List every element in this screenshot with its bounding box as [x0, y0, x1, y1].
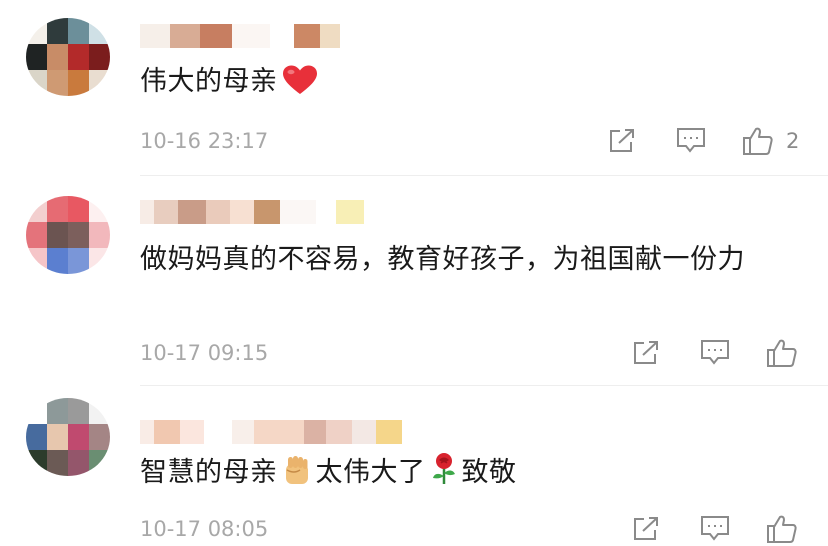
username-mosaic[interactable] [140, 200, 364, 224]
comment-time: 10-17 08:05 [140, 517, 269, 541]
thumbs-up-icon [767, 515, 797, 543]
raised-fist-emoji [282, 454, 312, 498]
comment-text-part: 太伟大了 [315, 457, 426, 488]
share-icon [634, 341, 658, 364]
comment-item: 做妈妈真的不容易，教育好孩子，为祖国献一份力 10-17 09:15 [0, 176, 828, 386]
comment-button[interactable] [700, 514, 730, 544]
red-heart-emoji [282, 65, 318, 107]
comment-text: 智慧的母亲 太伟大了 致敬 [140, 452, 792, 498]
comment-meta: 10-17 09:15 [140, 338, 828, 368]
share-icon [634, 517, 658, 540]
comment-text-part: 智慧的母亲 [140, 457, 278, 488]
like-button[interactable] [766, 338, 810, 368]
comment-button[interactable] [700, 338, 730, 368]
avatar[interactable] [26, 196, 110, 274]
thumbs-up-icon [767, 339, 797, 367]
comment-meta: 10-16 23:17 2 [140, 126, 828, 156]
comment-meta: 10-17 08:05 [140, 514, 828, 544]
thumbs-up-icon [743, 127, 773, 155]
username-mosaic[interactable] [140, 24, 340, 48]
share-button[interactable] [608, 126, 636, 156]
username-mosaic[interactable] [140, 420, 402, 444]
comment-time: 10-16 23:17 [140, 129, 269, 153]
avatar[interactable] [26, 398, 110, 476]
comment-button[interactable] [676, 126, 706, 156]
share-icon [610, 129, 634, 152]
like-count: 2 [786, 129, 800, 153]
comment-text-part: 伟大的母亲 [140, 66, 278, 97]
comment-text-part: 致敬 [461, 457, 517, 488]
comment-text: 做妈妈真的不容易，教育好孩子，为祖国献一份力 [140, 240, 792, 280]
avatar[interactable] [26, 18, 110, 96]
comment-item: 智慧的母亲 太伟大了 致敬 10-17 08:05 [0, 386, 828, 546]
rose-emoji [430, 452, 458, 498]
comment-list: 伟大的母亲 10-16 23:17 2 做妈妈真的不容易，教育好孩子，为祖国献一… [0, 0, 828, 546]
comment-text: 伟大的母亲 [140, 62, 792, 107]
like-button[interactable] [766, 514, 810, 544]
comment-text-part: 做妈妈真的不容易，教育好孩子，为祖国献一份力 [140, 244, 745, 275]
share-button[interactable] [632, 514, 660, 544]
comment-icon [701, 516, 729, 541]
comment-icon [701, 340, 729, 365]
comment-item: 伟大的母亲 10-16 23:17 2 [0, 0, 828, 176]
like-button[interactable]: 2 [742, 126, 799, 156]
comment-icon [677, 128, 705, 153]
share-button[interactable] [632, 338, 660, 368]
comment-time: 10-17 09:15 [140, 341, 269, 365]
